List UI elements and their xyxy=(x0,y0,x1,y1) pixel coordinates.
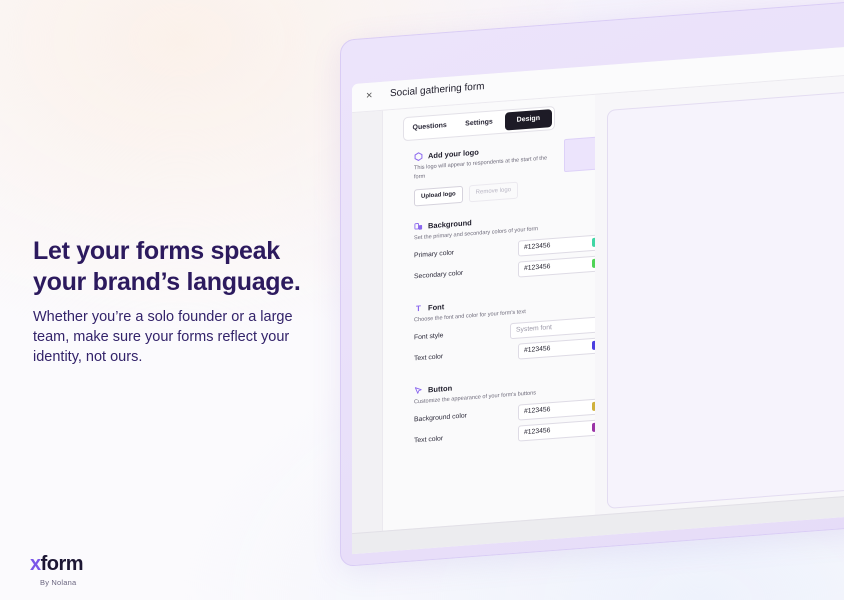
secondary-color-label: Secondary color xyxy=(414,269,464,281)
button-text-color-label: Text color xyxy=(414,435,444,445)
font-section: T Font Choose the font and color for you… xyxy=(414,289,614,367)
text-color-value: #123456 xyxy=(524,345,551,355)
background-section-label: Background xyxy=(428,218,472,231)
tab-questions[interactable]: Questions xyxy=(406,116,453,138)
remove-logo-button[interactable]: Remove logo xyxy=(468,181,519,203)
form-title: Social gathering form xyxy=(390,81,485,100)
hexagon-icon xyxy=(414,152,423,162)
palette-icon xyxy=(414,222,423,232)
background-section: Background Set the primary and secondary… xyxy=(414,207,614,285)
left-rail xyxy=(352,110,383,555)
primary-color-value: #123456 xyxy=(524,242,551,252)
logo-section-label: Add your logo xyxy=(428,147,479,161)
font-style-label: Font style xyxy=(414,332,444,342)
logo-buttons: Upload logo Remove logo xyxy=(414,174,614,207)
close-icon[interactable]: × xyxy=(366,90,372,102)
headline-line-2: your brand’s language. xyxy=(33,268,301,296)
button-text-color-value: #123456 xyxy=(524,427,551,437)
tab-settings[interactable]: Settings xyxy=(455,113,502,135)
xform-logo-text: form xyxy=(40,553,84,575)
text-icon: T xyxy=(416,303,421,314)
headline: Let your forms speak your brand’s langua… xyxy=(33,236,333,298)
form-preview[interactable] xyxy=(607,81,844,509)
tab-design[interactable]: Design xyxy=(504,109,552,131)
design-panel: Questions Settings Design Add your logo … xyxy=(383,94,614,532)
button-bg-color-label: Background color xyxy=(414,412,467,424)
subcopy: Whether you’re a solo founder or a large… xyxy=(33,309,293,365)
xform-logo-x: x xyxy=(30,553,41,575)
button-section-label: Button xyxy=(428,383,453,395)
device-frame: × Social gathering form Questions Settin… xyxy=(340,0,844,568)
button-section: Button Customize the appearance of your … xyxy=(414,371,614,449)
font-section-label: Font xyxy=(428,302,445,313)
app-window: × Social gathering form Questions Settin… xyxy=(352,37,844,555)
by-nolana: By Nolana xyxy=(40,578,77,587)
primary-color-label: Primary color xyxy=(414,249,455,260)
cursor-icon xyxy=(414,386,423,396)
preview-area xyxy=(595,66,844,516)
upload-logo-button[interactable]: Upload logo xyxy=(414,185,463,207)
font-style-value: System font xyxy=(516,324,552,334)
logo-section: Add your logo This logo will appear to r… xyxy=(414,135,614,207)
tab-bar: Questions Settings Design xyxy=(403,105,555,142)
secondary-color-value: #123456 xyxy=(524,263,551,273)
brand-logo: xform By Nolana xyxy=(30,553,84,587)
xform-logo: xform xyxy=(30,553,84,575)
button-bg-color-value: #123456 xyxy=(524,406,551,416)
text-color-label: Text color xyxy=(414,353,444,363)
headline-line-1: Let your forms speak xyxy=(33,237,280,265)
